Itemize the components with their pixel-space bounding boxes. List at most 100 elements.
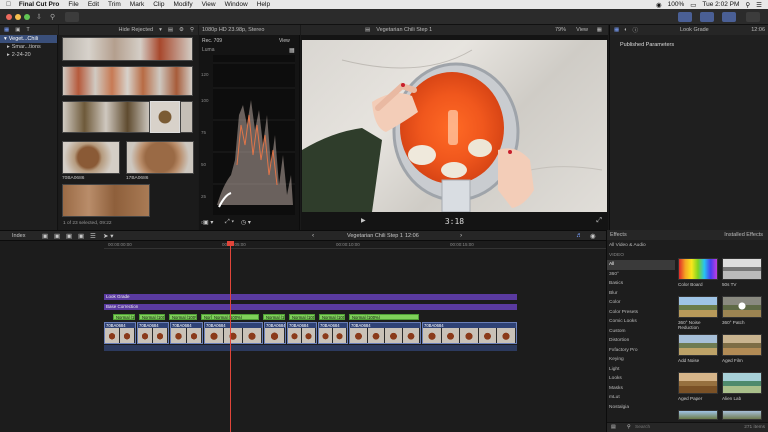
- category-custom[interactable]: Custom: [607, 327, 675, 337]
- speed-bar[interactable]: Normal (100%): [349, 314, 419, 320]
- clip-thumbnail-70ba0686[interactable]: [62, 141, 120, 174]
- effects-search-field[interactable]: Search: [635, 425, 650, 430]
- search-icon[interactable]: ⚲: [627, 425, 631, 430]
- search-icon[interactable]: ⚲: [190, 27, 194, 33]
- video-frame[interactable]: [302, 40, 607, 212]
- speed-tool-icon[interactable]: ◷ ▾: [241, 219, 251, 226]
- video-clip[interactable]: 70BA0684: [170, 322, 203, 344]
- library-item-vegetarian-chili[interactable]: ▾ Veget...Chili: [0, 35, 57, 43]
- clock[interactable]: Tue 2:02 PM: [702, 1, 739, 8]
- category-color-presets[interactable]: Color Presets: [607, 308, 675, 318]
- playhead[interactable]: [230, 241, 231, 432]
- viewer-options-icon[interactable]: ▣ ▾: [203, 219, 213, 226]
- menu-edit[interactable]: Edit: [88, 1, 99, 8]
- effect-color-board[interactable]: Color Board: [678, 258, 718, 287]
- disclosure-icon[interactable]: ▾: [4, 36, 7, 42]
- category-mlut[interactable]: mLut: [607, 393, 675, 403]
- category-light[interactable]: Light: [607, 365, 675, 375]
- library-icon[interactable]: ▦: [4, 27, 9, 33]
- solo-icon[interactable]: ◉: [590, 232, 596, 240]
- effect-aged-film[interactable]: Aged Film: [722, 334, 762, 363]
- scopes-view-menu[interactable]: View: [279, 38, 290, 44]
- category-basics[interactable]: Basics: [607, 279, 675, 289]
- category-blur[interactable]: Blur: [607, 289, 675, 299]
- adjustment-clip-look-grade[interactable]: Look Grade: [104, 294, 517, 300]
- apple-icon[interactable]: : [6, 1, 11, 8]
- zoom-window-button[interactable]: [24, 14, 30, 20]
- titles-icon[interactable]: T: [26, 27, 29, 33]
- chevron-down-icon[interactable]: ▾: [159, 27, 162, 33]
- installed-effects-menu[interactable]: Installed Effects: [724, 232, 763, 238]
- selected-thumbnail[interactable]: [150, 101, 180, 133]
- effect-tile-partial[interactable]: [678, 410, 718, 420]
- speed-bar[interactable]: Normal (100%): [211, 314, 259, 320]
- effect-360-patch[interactable]: 360° Patch: [722, 296, 762, 325]
- viewer-view-menu[interactable]: View: [576, 27, 588, 33]
- video-clip[interactable]: 70BA0684: [287, 322, 317, 344]
- filmstrip-thumbnail[interactable]: [62, 101, 150, 133]
- category-all-video-audio[interactable]: All Video & Audio: [607, 241, 675, 251]
- category-masks[interactable]: Masks: [607, 384, 675, 394]
- menu-clip[interactable]: Clip: [153, 1, 164, 8]
- speed-bar[interactable]: Normal (100%): [289, 314, 315, 320]
- menu-view[interactable]: View: [202, 1, 216, 8]
- speed-bar[interactable]: Normal (100%): [319, 314, 345, 320]
- filter-dropdown[interactable]: Hide Rejected: [119, 27, 154, 33]
- effect-360-noise-reduction[interactable]: 360° Noise Reduction: [678, 296, 718, 330]
- share-button[interactable]: [746, 12, 760, 22]
- zoom-menu[interactable]: 79%: [555, 27, 566, 33]
- info-inspector-icon[interactable]: ⓘ: [633, 26, 639, 34]
- app-name-menu[interactable]: Final Cut Pro: [19, 1, 59, 8]
- battery-label[interactable]: 100%: [668, 1, 685, 8]
- audio-skimming-icon[interactable]: ♬: [576, 232, 583, 239]
- playhead-marker[interactable]: [227, 241, 234, 246]
- forward-arrow-icon[interactable]: ›: [460, 232, 462, 239]
- search-icon[interactable]: ⚲: [745, 1, 750, 9]
- timeline-ruler[interactable]: 00:00:00:00 00:00:05:00 00:00:10:00 00:0…: [104, 241, 606, 249]
- video-clip[interactable]: 70BA0684: [104, 322, 136, 344]
- clip-thumbnail-17ba0686[interactable]: [126, 141, 194, 174]
- filmstrip-thumbnail[interactable]: [180, 101, 193, 133]
- category-looks[interactable]: Looks: [607, 374, 675, 384]
- effect-add-noise[interactable]: Add Noise: [678, 334, 718, 363]
- battery-icon[interactable]: ▭: [690, 1, 696, 9]
- category-comic-looks[interactable]: Comic Looks: [607, 317, 675, 327]
- back-arrow-icon[interactable]: ‹: [312, 232, 314, 239]
- filmstrip-thumbnail[interactable]: [62, 66, 193, 96]
- menu-mark[interactable]: Mark: [130, 1, 144, 8]
- speed-bar[interactable]: Normal (100%): [263, 314, 285, 320]
- menu-window[interactable]: Window: [225, 1, 248, 8]
- append-clip-icon[interactable]: ▣: [66, 232, 72, 240]
- connect-clip-icon[interactable]: ▣: [42, 232, 48, 240]
- import-icon[interactable]: ⇩: [36, 13, 42, 21]
- category-nostalgia[interactable]: Nostalgia: [607, 403, 675, 413]
- photos-icon[interactable]: ▣: [15, 27, 20, 33]
- menu-help[interactable]: Help: [257, 1, 270, 8]
- filmstrip-thumbnail[interactable]: [62, 37, 193, 61]
- library-item-event[interactable]: ▸ 2-24-20: [0, 51, 57, 59]
- disclosure-icon[interactable]: ▸: [7, 52, 10, 58]
- video-clip[interactable]: 70BA0684: [318, 322, 348, 344]
- menu-list-icon[interactable]: ☰: [756, 1, 762, 9]
- effect-alien-lab[interactable]: Alien Lab: [722, 372, 762, 401]
- scope-settings-icon[interactable]: ▦: [289, 47, 295, 54]
- category-fxfactory-pro[interactable]: Fxfactory Pro: [607, 346, 675, 356]
- effect-tile-partial[interactable]: [722, 410, 762, 420]
- color-inspector-icon[interactable]: ◐: [624, 27, 627, 33]
- library-item-smart-collections[interactable]: ▸ Smar...tions: [0, 43, 57, 51]
- effect-50s-tv[interactable]: 50s TV: [722, 258, 762, 287]
- transform-tool-icon[interactable]: ⤢ ▾: [225, 219, 234, 226]
- menu-file[interactable]: File: [68, 1, 78, 8]
- video-clip[interactable]: 70BA0684: [204, 322, 263, 344]
- video-clip[interactable]: 70BA0684: [349, 322, 421, 344]
- category-color[interactable]: Color: [607, 298, 675, 308]
- speed-bar[interactable]: Normal (100%): [113, 314, 135, 320]
- overwrite-clip-icon[interactable]: ▣: [78, 232, 84, 240]
- wifi-icon[interactable]: ◉: [656, 1, 662, 9]
- menu-modify[interactable]: Modify: [173, 1, 192, 8]
- background-tasks-button[interactable]: [65, 12, 79, 22]
- disclosure-icon[interactable]: ▸: [7, 44, 10, 50]
- filmstrip-icon[interactable]: ▤: [168, 27, 173, 33]
- keywords-icon[interactable]: ⚲: [50, 13, 55, 21]
- video-clip[interactable]: 70BA0684: [422, 322, 517, 344]
